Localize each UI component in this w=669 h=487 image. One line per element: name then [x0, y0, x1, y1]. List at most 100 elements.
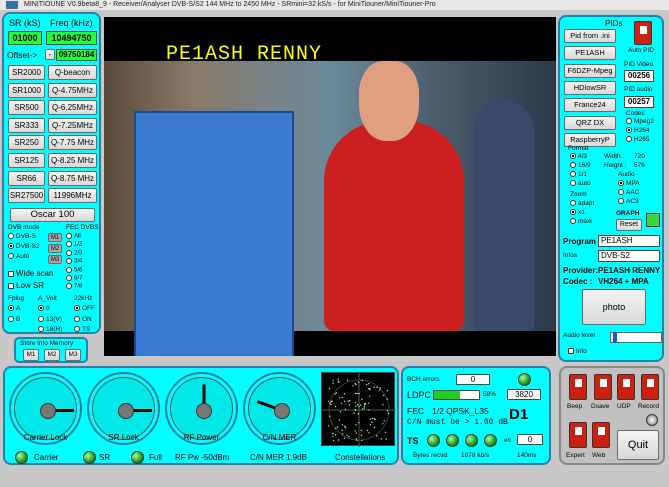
bytes-recvd-label: Bytes recvd:	[413, 452, 449, 459]
fec-option[interactable]: All	[66, 233, 81, 240]
m1-small-button[interactable]: M1	[48, 233, 62, 242]
offset-value-field[interactable]: 09750184	[56, 49, 97, 61]
22khz-off[interactable]: OFF	[74, 305, 95, 312]
audio-level-thumb[interactable]	[613, 332, 618, 343]
freq-preset-button[interactable]: Q-4.75MHz	[48, 82, 97, 98]
fec-option[interactable]: 7/8	[66, 283, 82, 290]
dvb-mode-dvbs[interactable]: DVB-S	[8, 233, 36, 240]
avolt-18h[interactable]: 18(H)	[38, 326, 62, 333]
sr-preset-button[interactable]: SR250	[8, 135, 45, 151]
sr-preset-button[interactable]: SR1000	[8, 82, 45, 98]
auto-pid-switch[interactable]	[634, 21, 652, 45]
pid-preset-button[interactable]: Pid from .ini	[564, 29, 616, 43]
freq-value-field[interactable]: 10494750	[46, 31, 97, 45]
quit-button[interactable]: Quit	[617, 430, 659, 460]
store-m1-button[interactable]: M1	[23, 349, 39, 361]
pid-preset-button[interactable]: HDlowSR	[564, 80, 616, 95]
carrier-led-icon	[15, 451, 28, 464]
reset-button[interactable]: Reset	[616, 219, 642, 231]
freq-preset-button[interactable]: Q-8.25 MHz	[48, 153, 97, 168]
constellation-point	[344, 425, 346, 428]
dvb-mode-dvbs2[interactable]: DVB-S2	[8, 243, 39, 250]
sr-preset-button[interactable]: SR2000	[8, 65, 45, 80]
pid-preset-button[interactable]: PE1ASH	[564, 46, 616, 61]
wide-scan-checkbox[interactable]: Wide scan	[8, 269, 53, 278]
freq-preset-button[interactable]: Q-7.25MHz	[48, 117, 97, 133]
photo-button[interactable]: photo	[582, 289, 646, 325]
graph-toggle-button[interactable]	[646, 213, 660, 227]
fec-option[interactable]: 2/3	[66, 249, 82, 256]
pid-preset-button[interactable]: France24	[564, 98, 616, 113]
22khz-on[interactable]: ON	[74, 316, 92, 323]
pid-audio-field[interactable]: 00257	[624, 96, 654, 108]
pid-preset-button[interactable]: F6DZP-Mpeg	[564, 63, 616, 78]
audio-level-label: Audio level	[563, 332, 595, 339]
store-m2-button[interactable]: M2	[44, 349, 60, 361]
pids-label: PIDs	[605, 19, 623, 28]
sr-preset-button[interactable]: SR66	[8, 170, 45, 186]
low-sr-checkbox[interactable]: Low SR	[8, 281, 44, 290]
sr-preset-button[interactable]: SR500	[8, 100, 45, 116]
avolt-13v[interactable]: 13(V)	[38, 316, 62, 323]
m3-small-button[interactable]: M3	[48, 255, 62, 264]
sr-led-icon	[83, 451, 96, 464]
udp-switch[interactable]	[617, 374, 635, 400]
radio-icon	[8, 316, 14, 323]
avolt-0[interactable]: 0	[38, 305, 50, 312]
m2-small-button[interactable]: M2	[48, 244, 62, 253]
store-m3-button[interactable]: M3	[65, 349, 81, 361]
oscar-100-button[interactable]: Oscar 100	[10, 208, 95, 222]
beep-switch[interactable]	[569, 374, 587, 400]
constellation-point	[371, 421, 373, 423]
pid-video-field[interactable]: 00256	[624, 70, 654, 82]
format-4-3[interactable]: 4/3	[570, 153, 587, 160]
constellation-point	[332, 439, 335, 442]
video-display[interactable]: PE1ASH RENNY	[104, 17, 556, 356]
audio-ac3[interactable]: AC3	[618, 198, 639, 205]
zoom-adapt[interactable]: adapt	[570, 200, 594, 207]
pid-preset-button[interactable]: QRZ DX	[564, 115, 616, 130]
format-auto[interactable]: auto	[570, 180, 591, 187]
audio-level-slider[interactable]	[610, 332, 662, 343]
zoom-x1[interactable]: x1	[570, 209, 585, 216]
offset-toggle-button[interactable]: -	[45, 49, 55, 60]
freq-preset-button[interactable]: Q-6.25MHz	[48, 100, 97, 116]
codec-mpeg2[interactable]: Mpeg2	[626, 118, 654, 125]
format-1-1[interactable]: 1/1	[570, 171, 587, 178]
format-16-9[interactable]: 16/9	[570, 162, 591, 169]
sr-preset-button[interactable]: SR333	[8, 117, 45, 133]
codec-h265[interactable]: H265	[626, 136, 650, 143]
freq-preset-button[interactable]: Q-7.75 MHz	[48, 135, 97, 151]
zoom-maxi[interactable]: maxi	[570, 218, 592, 225]
program-field[interactable]: PE1ASH	[598, 235, 660, 247]
fplug-b[interactable]: B	[8, 316, 20, 323]
freq-preset-button[interactable]: Q-8.75 MHz	[48, 170, 97, 186]
dvb-mode-label: DVB mode	[8, 224, 40, 231]
sr-value-field[interactable]: 01000	[8, 31, 42, 45]
constellation-point	[363, 405, 365, 407]
codec-h264[interactable]: H264	[626, 127, 650, 134]
freq-preset-button[interactable]: Q-beacon	[48, 65, 97, 80]
freq-preset-button[interactable]: 11996MHz	[48, 188, 97, 204]
22khz-ts[interactable]: TS	[74, 326, 90, 333]
dsave-switch[interactable]	[594, 374, 612, 400]
fec-option[interactable]: 5/6	[66, 266, 82, 273]
info-checkbox[interactable]: Info	[568, 348, 587, 355]
audio-aac[interactable]: AAC	[618, 189, 639, 196]
fec-option[interactable]: 1/2	[66, 241, 82, 248]
record-switch[interactable]	[641, 374, 659, 400]
sr-preset-button[interactable]: SR125	[8, 153, 45, 168]
web-switch[interactable]	[592, 422, 610, 448]
fplug-a[interactable]: A	[8, 305, 20, 312]
constellation-point	[361, 439, 363, 442]
dvb-mode-auto[interactable]: Auto	[8, 253, 29, 260]
decoder-status-panel: BCH errors 0 LDPC 58% 3820 FEC 1/2 QPSK_…	[401, 366, 551, 465]
sr-preset-button[interactable]: SR27500	[8, 188, 45, 204]
fec-option[interactable]: 3/4	[66, 258, 82, 265]
fec-option[interactable]: 6/7	[66, 275, 82, 282]
constellation-point	[386, 398, 388, 400]
constellation-point	[338, 419, 341, 421]
expert-switch[interactable]	[569, 422, 587, 448]
infos-field[interactable]: DVB-S2	[598, 250, 660, 262]
audio-mpa[interactable]: MPA	[618, 180, 640, 187]
